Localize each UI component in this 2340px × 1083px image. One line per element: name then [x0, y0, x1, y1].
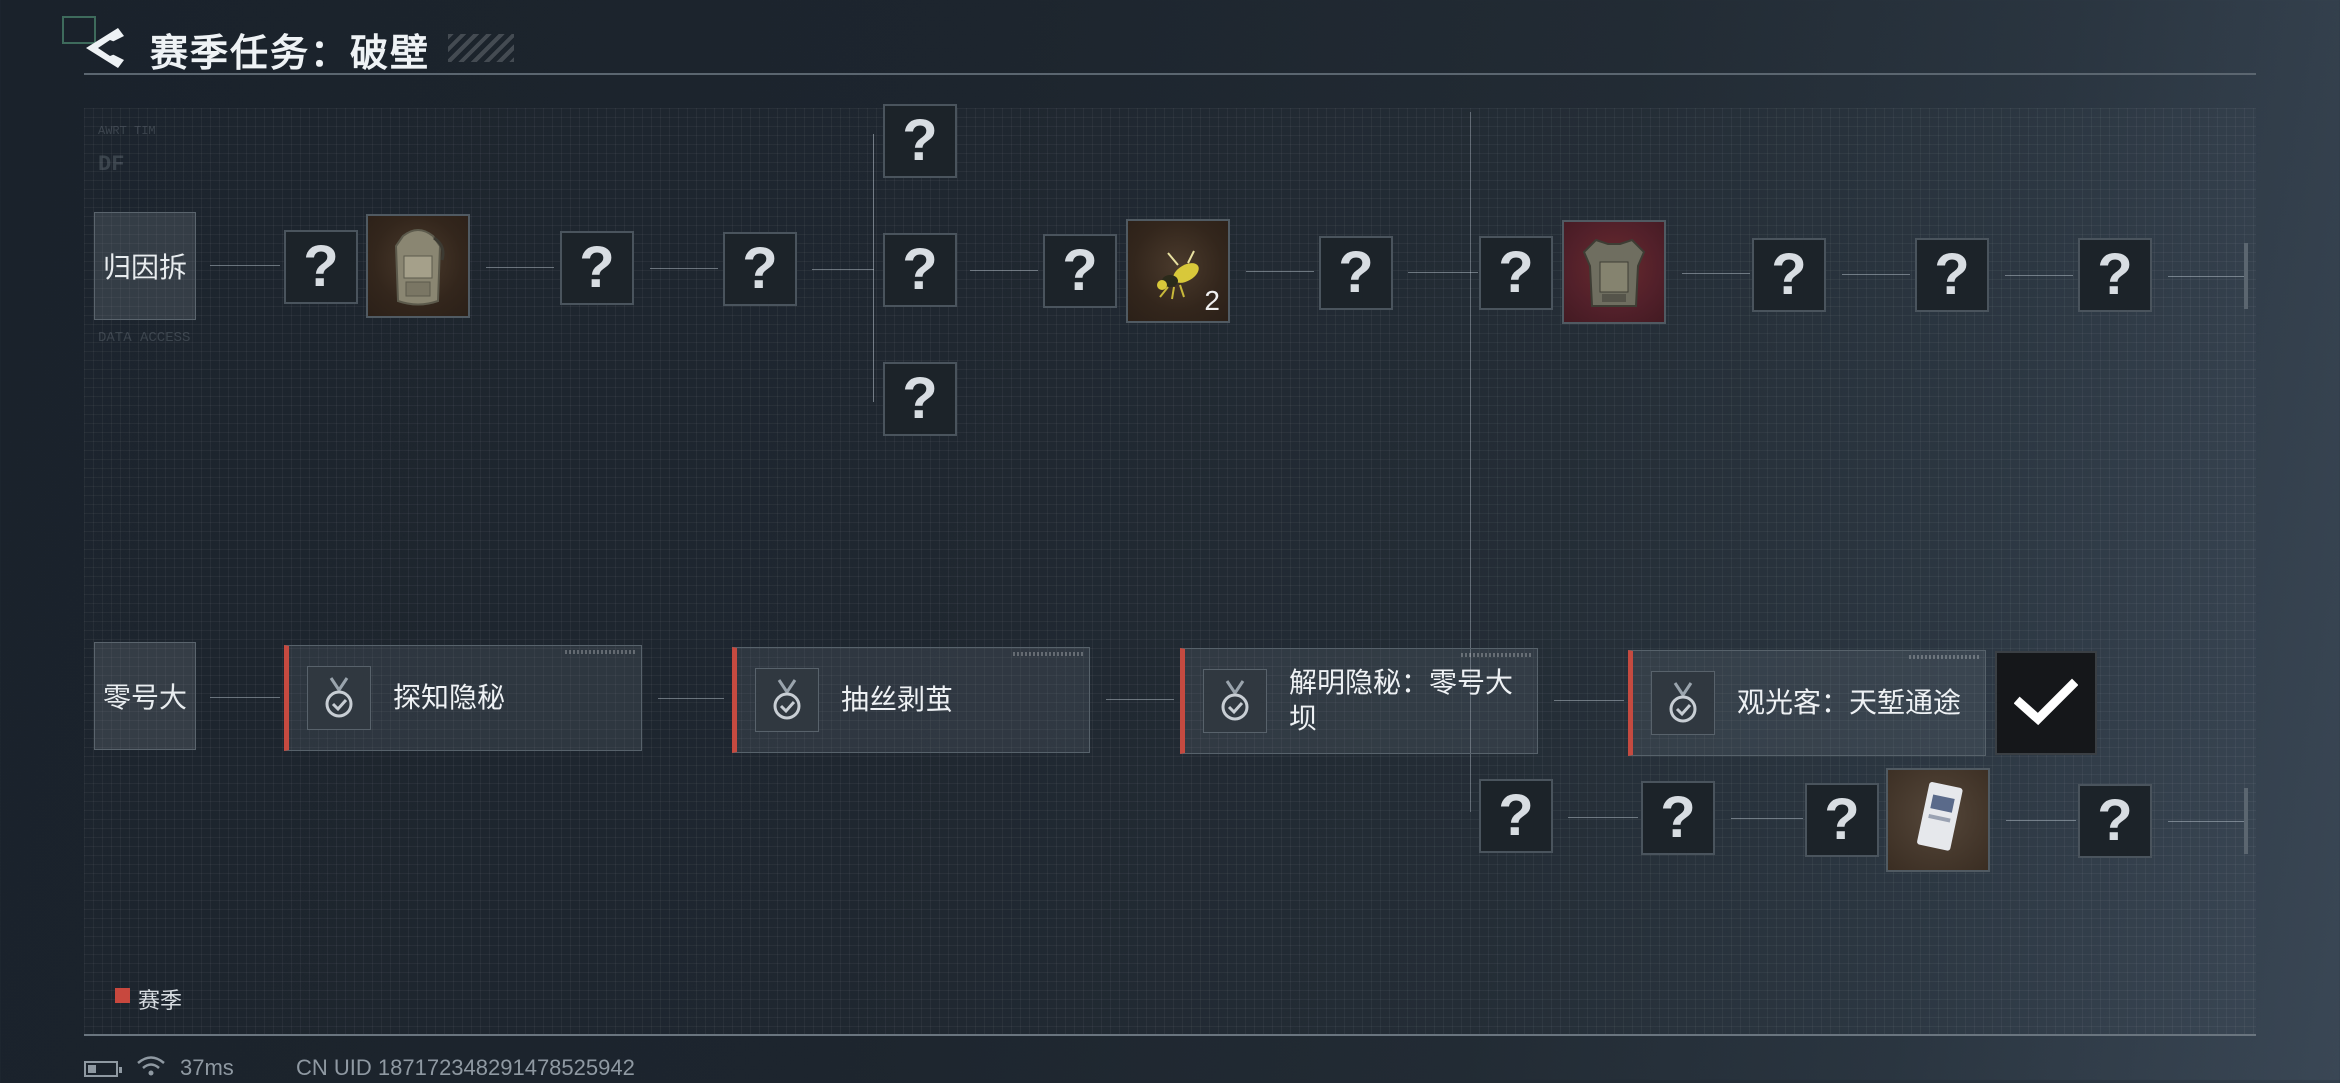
legend-swatch: [115, 988, 130, 1003]
connector: [1106, 699, 1174, 700]
connector: [1246, 271, 1314, 272]
questline-start-node[interactable]: 归因拆: [94, 212, 196, 320]
card-decoration: [1461, 653, 1531, 657]
task-title: 抽丝剥茧: [841, 684, 954, 715]
connector: [1554, 700, 1624, 701]
connector: [812, 269, 874, 270]
locked-task-node[interactable]: ?: [1915, 238, 1989, 312]
connector: [2168, 821, 2244, 822]
reward-wasp[interactable]: 2: [1126, 219, 1230, 323]
reward-backpack[interactable]: [366, 214, 470, 318]
locked-branch-node[interactable]: ?: [883, 104, 957, 178]
connector: [650, 268, 718, 269]
armor-vest-icon: [1582, 238, 1646, 307]
connector: [486, 267, 554, 268]
locked-task-node[interactable]: ?: [284, 230, 358, 304]
task-title: 解明隐秘：零号大坝: [1289, 667, 1514, 734]
connector: [658, 698, 724, 699]
locked-task-node[interactable]: ?: [560, 231, 634, 305]
checkmark-icon: [2014, 678, 2078, 726]
questline-start-node[interactable]: 零号大: [94, 642, 196, 750]
locked-task-node[interactable]: ?: [1479, 779, 1553, 853]
connector: [210, 697, 280, 698]
medal-icon: [1651, 671, 1715, 735]
ghost-code: DF: [98, 152, 125, 177]
card-decoration: [1013, 652, 1083, 656]
connector: [2006, 820, 2076, 821]
row-end-cap: [2244, 788, 2248, 854]
connector: [1842, 274, 1910, 275]
medal-icon: [755, 668, 819, 732]
chevron-left-icon: [86, 28, 124, 68]
connector: [2005, 275, 2073, 276]
completed-reward[interactable]: [1995, 651, 2097, 755]
locked-branch-node[interactable]: ?: [883, 362, 957, 436]
connector: [1731, 818, 1803, 819]
wifi-icon: [136, 1054, 166, 1083]
connector: [1408, 272, 1478, 273]
back-button[interactable]: [80, 22, 128, 74]
locked-task-node[interactable]: ?: [723, 232, 797, 306]
page-title: 赛季任务：破壁: [150, 33, 431, 75]
reward-armor[interactable]: [1562, 220, 1666, 324]
medal-icon: [1203, 669, 1267, 733]
card-decoration: [1909, 655, 1979, 659]
card-decoration: [565, 650, 635, 654]
branch-connector: [873, 134, 874, 402]
task-card[interactable]: 探知隐秘: [284, 645, 642, 751]
footer-divider: [84, 1034, 2256, 1036]
task-title: 观光客：天堑通途: [1737, 687, 1962, 718]
task-card[interactable]: 解明隐秘：零号大坝: [1180, 648, 1538, 754]
connector: [1682, 273, 1750, 274]
header-divider: [84, 73, 2256, 75]
connector: [1568, 817, 1638, 818]
locked-task-node[interactable]: ?: [1805, 783, 1879, 857]
battery-icon: [84, 1061, 122, 1077]
legend-label: 赛季: [138, 988, 183, 1013]
locked-task-node[interactable]: ?: [1641, 781, 1715, 855]
locked-task-node[interactable]: ?: [1043, 234, 1117, 308]
locked-task-node[interactable]: ?: [1752, 238, 1826, 312]
reward-card[interactable]: [1886, 768, 1990, 872]
locked-task-node[interactable]: ?: [1319, 236, 1393, 310]
medal-icon: [307, 666, 371, 730]
locked-branch-node[interactable]: ?: [883, 233, 957, 307]
access-card-icon: [1917, 782, 1963, 851]
connector: [210, 265, 280, 266]
task-title: 探知隐秘: [393, 682, 506, 713]
locked-task-node[interactable]: ?: [1479, 236, 1553, 310]
user-uid: CN UID 18717234829147852​5942: [296, 1055, 635, 1080]
ping-readout: 37ms: [180, 1055, 234, 1080]
title-decoration: [448, 34, 514, 62]
connector: [2168, 276, 2244, 277]
connector: [970, 270, 1038, 271]
locked-task-node[interactable]: ?: [2078, 238, 2152, 312]
item-count: 2: [1204, 285, 1220, 316]
task-card[interactable]: 观光客：天堑通途: [1628, 650, 1986, 756]
backpack-icon: [394, 229, 445, 306]
row-end-cap: [2244, 243, 2248, 309]
task-card[interactable]: 抽丝剥茧: [732, 647, 1090, 753]
ghost-text-2: DATA ACCESS: [98, 330, 191, 346]
ghost-text: AWRT TIM: [98, 124, 156, 138]
locked-task-node[interactable]: ?: [2078, 784, 2152, 858]
